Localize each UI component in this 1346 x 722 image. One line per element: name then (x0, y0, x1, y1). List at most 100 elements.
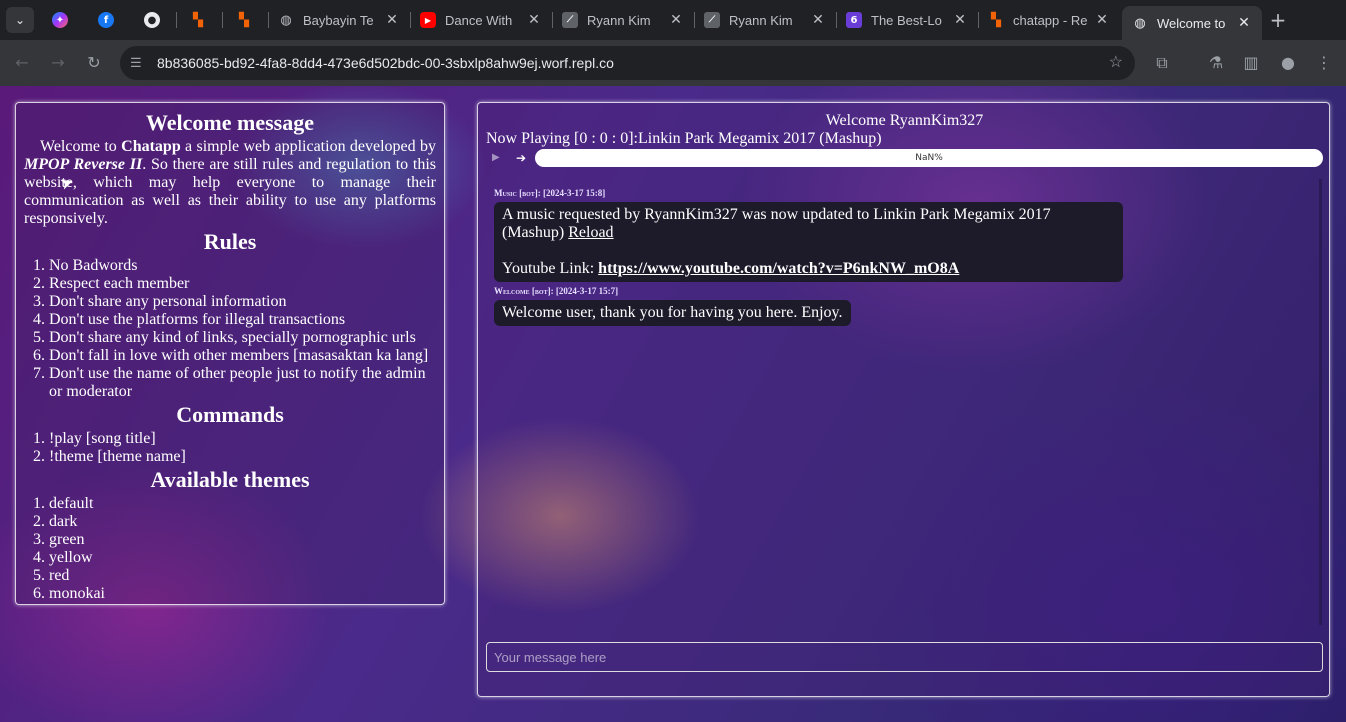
link-label: Youtube Link: (502, 260, 599, 277)
messenger-icon: ✦ (52, 12, 68, 28)
chat-messages[interactable]: Music [bot]: [2024-3-17 15:8] A music re… (486, 179, 1322, 625)
themes-list: default dark green yellow red monokai (24, 495, 436, 603)
tab-youtube[interactable]: ▶ Dance With ✕ (410, 0, 552, 40)
globe-icon: ◍ (1134, 15, 1146, 31)
commands-list: !play [song title] !theme [theme name] (24, 430, 436, 466)
tab-github[interactable]: ● (130, 0, 174, 40)
six-icon: 6 (846, 12, 862, 28)
tab-baybayin[interactable]: ◍ Baybayin Te ✕ (268, 0, 410, 40)
theme-item: dark (49, 513, 436, 531)
developer-name: MPOP Reverse II (24, 156, 143, 173)
browser-tab-strip: ⌄ ✦ f ● ▚ ▚ ◍ Baybayin Te ✕ ▶ Dance With… (0, 0, 1346, 40)
tab-title: chatapp - Re (1013, 12, 1088, 28)
message-input[interactable] (486, 642, 1323, 672)
tab-title: Dance With (445, 12, 513, 28)
tab-title: The Best-Lo (871, 12, 942, 28)
tab-title: Welcome to (1157, 15, 1226, 31)
replit-icon: ▚ (193, 12, 203, 28)
commands-heading: Commands (176, 402, 284, 427)
rule-item: Don't fall in love with other members [m… (49, 347, 436, 365)
rule-item: Don't use the platforms for illegal tran… (49, 311, 436, 329)
theme-item: red (49, 567, 436, 585)
new-tab-button[interactable]: + (1264, 7, 1292, 33)
close-icon[interactable]: ✕ (1094, 12, 1110, 28)
labs-icon[interactable]: ⚗ (1203, 50, 1229, 76)
message-header: Welcome [bot]: [2024-3-17 15:7] (494, 286, 619, 296)
reload-link[interactable]: Reload (568, 224, 613, 241)
rule-item: Respect each member (49, 275, 436, 293)
close-icon[interactable]: ✕ (952, 12, 968, 28)
github-icon: ● (144, 12, 160, 28)
theme-item: monokai (49, 585, 436, 603)
extensions-icon[interactable]: ⧉ (1149, 50, 1175, 76)
tab-facebook[interactable]: f (84, 0, 128, 40)
site-info-icon[interactable]: ☰ (130, 46, 142, 80)
welcome-heading: Welcome message (146, 110, 314, 135)
close-icon[interactable]: ✕ (1236, 15, 1252, 31)
rule-item: Don't use the name of other people just … (49, 365, 436, 401)
menu-icon[interactable]: ⋮ (1311, 50, 1337, 76)
themes-heading: Available themes (150, 467, 310, 492)
info-panel: Welcome message Welcome to Chatapp a sim… (15, 102, 445, 605)
rule-item: Don't share any personal information (49, 293, 436, 311)
rule-item: Don't share any kind of links, specially… (49, 329, 436, 347)
chat-message: Music [bot]: [2024-3-17 15:8] A music re… (486, 187, 1123, 282)
app-name: Chatapp (121, 138, 181, 155)
message-bubble: Welcome user, thank you for having you h… (494, 300, 851, 326)
welcome-text: Welcome to (40, 138, 122, 155)
close-icon[interactable]: ✕ (668, 12, 684, 28)
facebook-icon: f (98, 12, 114, 28)
tab-welcome-active[interactable]: ◍ Welcome to ✕ (1122, 6, 1262, 40)
rule-item: No Badwords (49, 257, 436, 275)
message-header: Music [bot]: [2024-3-17 15:8] (494, 188, 606, 198)
bookmark-star-icon[interactable]: ☆ (1109, 46, 1123, 80)
chat-panel: Welcome RyannKim327 Now Playing [0 : 0 :… (477, 102, 1330, 697)
welcome-paragraph: Welcome to Chatapp a simple web applicat… (24, 138, 436, 228)
reload-icon[interactable]: ↻ (81, 50, 107, 76)
tab-chatapp-replit[interactable]: ▚ chatapp - Re ✕ (978, 0, 1120, 40)
theme-item: yellow (49, 549, 436, 567)
skip-icon[interactable]: ➔ (516, 149, 526, 167)
tab-messenger[interactable]: ✦ (38, 0, 82, 40)
welcome-text: a simple web application developed by (180, 138, 436, 155)
tab-title: Baybayin Te (303, 12, 374, 28)
replit-icon: ▚ (239, 12, 249, 28)
back-icon[interactable]: ← (9, 50, 35, 76)
tab-the-best[interactable]: 6 The Best-Lo ✕ (836, 0, 978, 40)
tab-ryann-kim-2[interactable]: ⟋ Ryann Kim ✕ (694, 0, 836, 40)
url-text: 8b836085-bd92-4fa8-8dd4-473e6d502bdc-00-… (157, 55, 614, 71)
now-playing-text: Now Playing [0 : 0 : 0]:Linkin Park Mega… (486, 130, 882, 147)
chat-message: Welcome [bot]: [2024-3-17 15:7] Welcome … (486, 285, 851, 326)
rules-list: No Badwords Respect each member Don't sh… (24, 257, 436, 401)
rules-heading: Rules (203, 229, 257, 254)
close-icon[interactable]: ✕ (526, 12, 542, 28)
side-panel-icon[interactable]: ▥ (1238, 50, 1264, 76)
address-bar[interactable]: ☰ 8b836085-bd92-4fa8-8dd4-473e6d502bdc-0… (120, 46, 1135, 80)
page-background: Welcome message Welcome to Chatapp a sim… (0, 86, 1346, 722)
browser-toolbar: ← → ↻ ☰ 8b836085-bd92-4fa8-8dd4-473e6d50… (0, 40, 1346, 86)
tab-title: Ryann Kim (729, 12, 793, 28)
globe-icon: ◍ (280, 12, 292, 28)
youtube-link[interactable]: https://www.youtube.com/watch?v=P6nkNW_m… (598, 260, 959, 277)
music-player: ▶ ➔ NaN% (488, 149, 1324, 167)
tab-ryann-kim-1[interactable]: ⟋ Ryann Kim ✕ (552, 0, 694, 40)
theme-item: green (49, 531, 436, 549)
tab-replit-1[interactable]: ▚ (176, 0, 220, 40)
theme-item: default (49, 495, 436, 513)
tab-title: Ryann Kim (587, 12, 651, 28)
message-bubble: A music requested by RyannKim327 was now… (494, 202, 1123, 282)
profile-icon[interactable]: ● (1275, 50, 1301, 76)
music-progress-bar[interactable]: NaN% (535, 149, 1323, 167)
welcome-user-heading: Welcome RyannKim327 (825, 112, 984, 129)
chart-icon: ⟋ (562, 12, 578, 28)
play-icon[interactable]: ▶ (492, 149, 500, 167)
youtube-icon: ▶ (420, 12, 436, 28)
chart-icon: ⟋ (704, 12, 720, 28)
close-icon[interactable]: ✕ (810, 12, 826, 28)
forward-icon[interactable]: → (45, 50, 71, 76)
command-item: !theme [theme name] (49, 448, 436, 466)
tab-replit-2[interactable]: ▚ (222, 0, 266, 40)
command-item: !play [song title] (49, 430, 436, 448)
close-icon[interactable]: ✕ (384, 12, 400, 28)
tab-search-button[interactable]: ⌄ (6, 7, 34, 33)
